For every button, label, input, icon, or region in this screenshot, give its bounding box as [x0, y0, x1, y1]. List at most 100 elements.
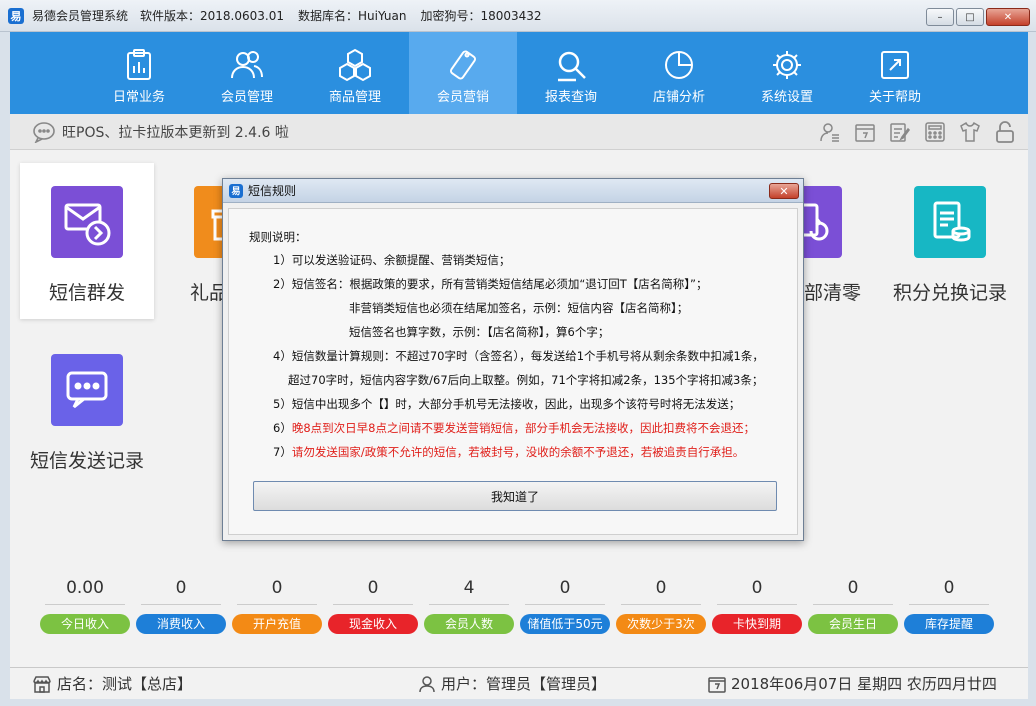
stat-label: 储值低于50元 — [520, 614, 610, 634]
stat-value: 0 — [751, 578, 763, 598]
nav-about-help[interactable]: 关于帮助 — [841, 32, 949, 114]
stat-divider — [525, 604, 605, 605]
keypad-icon[interactable] — [924, 121, 946, 143]
close-button[interactable]: ✕ — [986, 8, 1030, 26]
nav-label: 店铺分析 — [652, 90, 705, 105]
stat-account-topup[interactable]: 0 开户充值 — [229, 578, 325, 634]
stat-stock-alert[interactable]: 0 库存提醒 — [901, 578, 997, 634]
nav-member-management[interactable]: 会员管理 — [193, 32, 301, 114]
rule-6: 6）晚8点到次日早8点之间请不要发送营销短信，部分手机会无法接收，因此扣费将不会… — [273, 420, 755, 436]
rule-4b: 超过70字时，短信内容字数/67后向上取整。例如，71个字将扣减2条，135个字… — [288, 373, 764, 387]
rule-6-text: 晚8点到次日早8点之间请不要发送营销短信，部分手机会无法接收，因此扣费将不会退还… — [291, 421, 755, 435]
shirt-icon[interactable] — [959, 121, 981, 143]
nav-label: 商品管理 — [328, 90, 381, 105]
dongle-number: 加密狗号：18003432 — [420, 9, 542, 23]
stat-label: 会员人数 — [424, 614, 514, 634]
rule-1: 1）可以发送验证码、余额提醒、营销类短信； — [273, 253, 511, 267]
clipboard-icon — [127, 49, 151, 80]
stat-value: 0 — [943, 578, 955, 598]
store-icon — [33, 675, 51, 693]
nav-product-management[interactable]: 商品管理 — [301, 32, 409, 114]
help-icon — [881, 51, 909, 79]
nav-label: 系统设置 — [760, 90, 813, 105]
rule-7: 7）请勿发送国家/政策不允许的短信，若被封号，没收的余额不予退还，若被追责自行承… — [273, 444, 744, 460]
edit-list-icon[interactable] — [889, 121, 911, 143]
stat-divider — [621, 604, 701, 605]
stat-divider — [141, 604, 221, 605]
tile-sms-broadcast[interactable]: 短信群发 — [20, 163, 154, 319]
nav-daily-business[interactable]: 日常业务 — [85, 32, 193, 114]
nav-label: 报表查询 — [544, 90, 597, 105]
app-logo-icon: 易 — [8, 7, 24, 24]
stat-low-balance[interactable]: 0 储值低于50元 — [517, 578, 613, 634]
stat-label: 今日收入 — [40, 614, 130, 634]
user-name: 用户：管理员【管理员】 — [441, 675, 607, 693]
stat-divider — [429, 604, 509, 605]
status-store: 店名：测试【总店】 — [32, 673, 192, 694]
main-nav: 日常业务 会员管理 商品管理 会员营销 报表查询 店铺分析 系统设置 关于帮助 — [10, 32, 1028, 114]
nav-label: 日常业务 — [112, 90, 165, 105]
stat-consumption-income[interactable]: 0 消费收入 — [133, 578, 229, 634]
tile-sms-send-record[interactable]: 短信发送记录 — [20, 331, 154, 487]
nav-member-marketing[interactable]: 会员营销 — [409, 32, 517, 114]
gift-icon — [194, 186, 222, 258]
stat-divider — [717, 604, 797, 605]
stat-divider — [909, 604, 989, 605]
status-bar: 店名：测试【总店】 用户：管理员【管理员】 2018年06月07日 星期四 农历… — [10, 667, 1028, 699]
user-icon — [419, 675, 435, 692]
nav-system-settings[interactable]: 系统设置 — [733, 32, 841, 114]
tile-points-exchange-record[interactable]: 积分兑换记录 — [883, 163, 1017, 319]
rule-5: 5）短信中出现多个【】时，大部分手机号无法接收，因此，出现多个该符号时将无法发送… — [273, 397, 741, 411]
stat-value: 0 — [271, 578, 283, 598]
stat-card-expiring[interactable]: 0 卡快到期 — [709, 578, 805, 634]
users-icon — [231, 51, 263, 79]
gear-icon — [773, 51, 801, 79]
database-name: 数据库名：HuiYuan — [298, 9, 407, 23]
stat-value: 0 — [655, 578, 667, 598]
stat-low-count[interactable]: 0 次数少于3次 — [613, 578, 709, 634]
chat-bubble-icon — [33, 121, 55, 143]
member-icon[interactable] — [819, 121, 841, 143]
stat-divider — [237, 604, 317, 605]
stat-today-income[interactable]: 0.00 今日收入 — [37, 578, 133, 634]
stat-cash-income[interactable]: 0 现金收入 — [325, 578, 421, 634]
window-frame-right — [1028, 32, 1036, 706]
notice-text[interactable]: 旺POS、拉卡拉版本更新到 2.4.6 啦 — [62, 122, 289, 142]
calendar-icon[interactable] — [854, 121, 876, 143]
lock-icon[interactable] — [994, 121, 1016, 143]
stats-panel: 0.00 今日收入 0 消费收入 0 开户充值 0 现金收入 4 会员人数 0 储值低于50… — [37, 578, 997, 634]
report-search-icon — [558, 51, 586, 82]
stat-label: 库存提醒 — [904, 614, 994, 634]
stat-label: 开户充值 — [232, 614, 322, 634]
stat-member-count[interactable]: 4 会员人数 — [421, 578, 517, 634]
notice-bar: 旺POS、拉卡拉版本更新到 2.4.6 啦 — [10, 114, 1028, 150]
acknowledge-button[interactable]: 我知道了 — [253, 481, 777, 511]
tile-label: 积分兑换记录 — [892, 282, 1007, 304]
rules-heading: 规则说明： — [249, 230, 307, 244]
pie-chart-icon — [665, 51, 693, 79]
minimize-button[interactable]: – — [926, 8, 954, 26]
rule-7-number: 7） — [273, 445, 292, 459]
maximize-button[interactable]: □ — [956, 8, 984, 26]
nav-label: 关于帮助 — [868, 90, 921, 105]
stat-member-birthday[interactable]: 0 会员生日 — [805, 578, 901, 634]
dialog-title-bar[interactable]: 易 短信规则 ✕ — [223, 179, 803, 203]
sms-send-icon — [51, 186, 123, 258]
store-name: 店名：测试【总店】 — [57, 675, 193, 693]
app-title: 易德会员管理系统 — [32, 9, 129, 23]
stat-label: 卡快到期 — [712, 614, 802, 634]
nav-label: 会员管理 — [220, 90, 273, 105]
app-logo-icon: 易 — [229, 183, 243, 198]
boxes-icon — [339, 48, 371, 82]
points-exchange-icon — [914, 186, 986, 258]
stat-value: 0 — [847, 578, 859, 598]
nav-report-query[interactable]: 报表查询 — [517, 32, 625, 114]
stat-value: 0 — [559, 578, 571, 598]
stat-value: 0 — [367, 578, 379, 598]
nav-store-analysis[interactable]: 店铺分析 — [625, 32, 733, 114]
software-version: 软件版本：2018.0603.01 — [140, 9, 284, 23]
tile-gift[interactable]: 礼品 — [160, 163, 222, 319]
dialog-close-button[interactable]: ✕ — [769, 183, 799, 199]
rule-4a: 4）短信数量计算规则：不超过70字时（含签名），每发送给1个手机号将从剩余条数中… — [273, 349, 764, 363]
window-frame-left — [0, 32, 10, 706]
